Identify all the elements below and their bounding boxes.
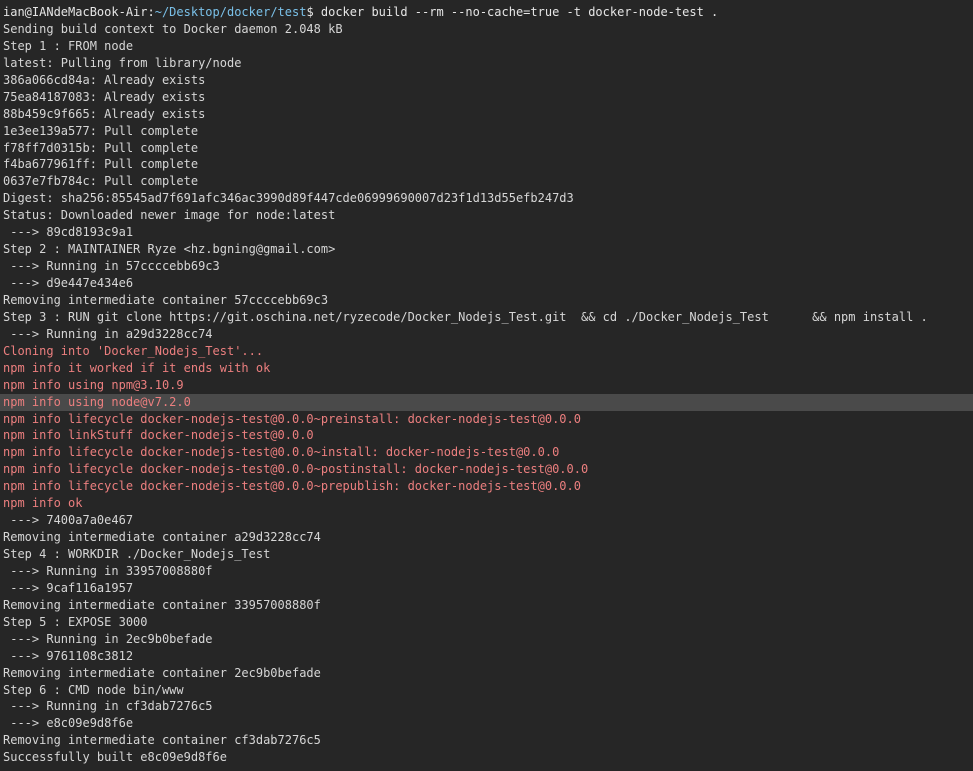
output-line: ---> d9e447e434e6: [3, 276, 134, 290]
output-line: 0637e7fb784c: Pull complete: [3, 174, 199, 189]
output-line: Removing intermediate container 33957008…: [3, 597, 321, 612]
output-line: Removing intermediate container 2ec9b0be…: [3, 665, 321, 680]
terminal-window[interactable]: ian@IANdeMacBook-Air:~/Desktop/docker/te…: [0, 0, 973, 771]
prompt-user-host: ian@IANdeMacBook-Air:: [3, 5, 155, 19]
prompt-path: ~/Desktop/docker/test: [154, 5, 307, 19]
output-line: npm info using npm@3.10.9: [3, 377, 184, 392]
output-line: Digest: sha256:85545ad7f691afc346ac3990d…: [3, 191, 574, 206]
output-line: ---> 9caf116a1957: [3, 580, 134, 595]
output-line: npm info lifecycle docker-nodejs-test@0.…: [3, 411, 581, 426]
output-line: npm info linkStuff docker-nodejs-test@0.…: [3, 428, 314, 443]
output-line: ---> Running in 2ec9b0befade: [3, 631, 213, 646]
output-line: ---> 89cd8193c9a1: [3, 225, 134, 240]
output-line: latest: Pulling from library/node: [3, 55, 242, 70]
output-line: 75ea84187083: Already exists: [3, 89, 206, 104]
terminal-output: Sending build context to Docker daemon 2…: [0, 21, 973, 766]
output-line: 88b459c9f665: Already exists: [3, 106, 206, 121]
output-line: Removing intermediate container 57cccceb…: [3, 292, 329, 307]
prompt-line: ian@IANdeMacBook-Air:~/Desktop/docker/te…: [0, 4, 973, 21]
output-line: Status: Downloaded newer image for node:…: [3, 208, 336, 223]
output-line: ---> e8c09e9d8f6e: [3, 716, 134, 731]
output-line: Step 1 : FROM node: [3, 38, 134, 53]
output-line: Removing intermediate container cf3dab72…: [3, 733, 321, 748]
output-line: Step 4 : WORKDIR ./Docker_Nodejs_Test: [3, 547, 271, 561]
output-line: 386a066cd84a: Already exists: [3, 72, 206, 87]
prompt-command: $ docker build --rm --no-cache=true -t d…: [306, 5, 719, 19]
output-line: f78ff7d0315b: Pull complete: [3, 140, 199, 155]
output-line: Step 3 : RUN git clone https://git.oschi…: [3, 309, 928, 324]
output-line: npm info lifecycle docker-nodejs-test@0.…: [3, 462, 589, 477]
output-line: f4ba677961ff: Pull complete: [3, 157, 199, 172]
output-line: Removing intermediate container a29d3228…: [3, 530, 321, 545]
output-line: Step 2 : MAINTAINER Ryze <hz.bgning@gmai…: [3, 242, 336, 257]
output-line: npm info lifecycle docker-nodejs-test@0.…: [3, 479, 581, 494]
output-line: npm info ok: [3, 496, 83, 511]
output-line: Step 5 : EXPOSE 3000: [3, 614, 148, 629]
output-line: npm info lifecycle docker-nodejs-test@0.…: [3, 445, 560, 460]
output-line: ---> Running in 57ccccebb69c3: [3, 259, 220, 274]
output-line: npm info it worked if it ends with ok: [3, 360, 271, 375]
output-line: Step 6 : CMD node bin/www: [3, 682, 184, 697]
output-line: ---> Running in 33957008880f: [3, 563, 213, 578]
output-line: ---> 9761108c3812: [3, 648, 134, 663]
output-line: 1e3ee139a577: Pull complete: [3, 123, 199, 138]
output-line: npm info using node@v7.2.0: [0, 393, 973, 411]
output-line: Successfully built e8c09e9d8f6e: [3, 750, 227, 765]
output-line: ---> Running in cf3dab7276c5: [3, 699, 213, 714]
output-line: ---> Running in a29d3228cc74: [3, 326, 213, 341]
output-line: Cloning into 'Docker_Nodejs_Test'...: [3, 343, 264, 358]
output-line: ---> 7400a7a0e467: [3, 513, 134, 528]
output-line: Sending build context to Docker daemon 2…: [3, 21, 343, 36]
